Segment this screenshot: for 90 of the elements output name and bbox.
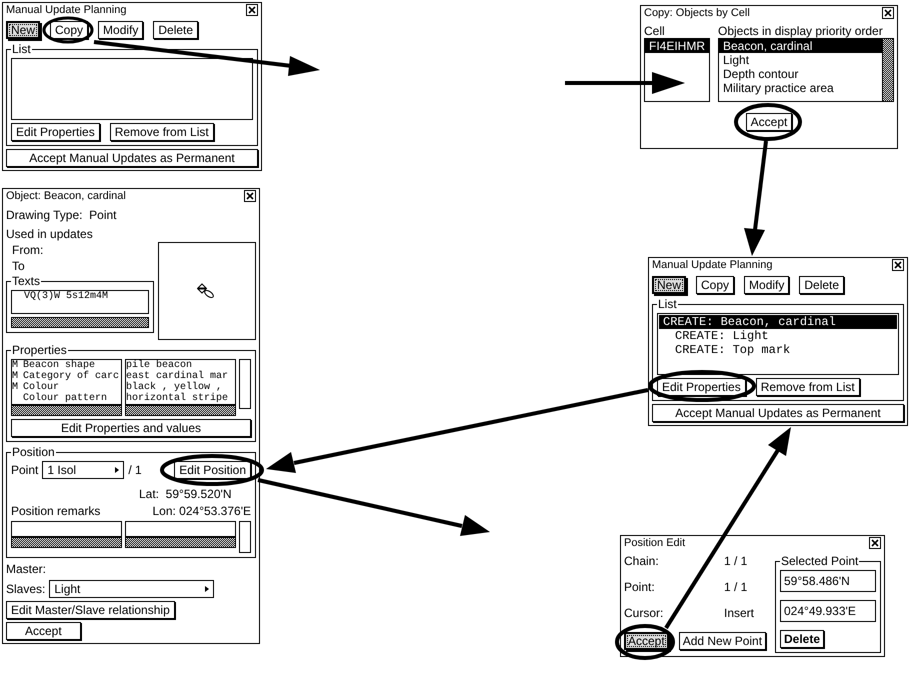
list-item[interactable]: M Beacon shape [12,360,121,371]
remarks-field[interactable] [11,521,122,537]
toolbar-button[interactable]: New [652,276,686,294]
longitude-field[interactable]: 024°49.933'E [780,600,876,622]
list-item[interactable]: Colour pattern [12,393,121,404]
list-item[interactable]: Light [719,53,882,67]
toolbar-button[interactable]: Copy [696,276,734,294]
dialog-button[interactable]: Add New Point [678,632,766,650]
accept-permanent-button[interactable]: Accept Manual Updates as Permanent [6,149,258,167]
group-label: Position [11,445,56,459]
list-button[interactable]: Remove from List [756,378,860,396]
field-label: Master: [6,562,46,576]
slaves-dropdown[interactable]: Light [49,580,214,598]
list-item[interactable]: CREATE: Beacon, cardinal [659,315,897,329]
group-label: Selected Point [780,554,860,568]
remarks-field[interactable] [125,521,236,537]
window-title: Object: Beacon, cardinal [6,190,126,202]
field-label: To [12,259,25,273]
field-label: Drawing Type: Point [6,208,117,222]
group-label: Texts [11,274,42,288]
point-total: / 1 [128,463,142,477]
list-item[interactable]: pile beacon [126,360,235,371]
list-button[interactable]: Edit Properties [657,378,746,396]
group-label: List [11,42,32,56]
window-title: Manual Update Planning [6,4,126,16]
field-value: 1 / 1 [724,554,748,568]
window-title: Position Edit [624,537,686,549]
column-label: Objects in display priority order [718,24,884,38]
scrollbar[interactable] [239,521,251,553]
edit-position-button[interactable]: Edit Position [174,461,251,479]
toolbar-button[interactable]: Modify [744,276,790,294]
scrollbar[interactable] [882,39,893,101]
toolbar-button[interactable]: New [6,21,40,39]
list-item[interactable]: CREATE: Light [659,329,897,343]
toolbar-button[interactable]: Delete [153,21,198,39]
window-title: Copy: Objects by Cell [644,7,750,19]
edit-properties-button[interactable]: Edit Properties and values [11,419,251,437]
toolbar-button[interactable]: Copy [50,21,88,39]
field-label: Point [11,463,38,477]
field-label: From: [12,243,44,257]
scrollbar[interactable] [11,405,122,416]
close-icon[interactable] [246,4,258,16]
window-title: Manual Update Planning [652,259,772,271]
list-item[interactable]: east cardinal mar [126,371,235,382]
field-label: Chain: [624,554,660,568]
scrollbar[interactable] [239,359,251,409]
list-item[interactable]: Military practice area [719,81,882,95]
accept-button[interactable]: Accept [6,622,81,640]
latitude-text: Lat: 59°59.520'N [139,487,232,501]
field-label: Cursor: [624,606,664,620]
list-item[interactable]: CREATE: Top mark [659,343,897,357]
longitude-text: Lon: 024°53.376'E [152,504,251,518]
field-label: Point: [624,580,656,594]
point-dropdown[interactable]: 1 Isol [42,461,124,479]
field-value: 1 / 1 [724,580,748,594]
delete-button[interactable]: Delete [780,630,824,648]
dialog-button[interactable]: Accept [624,632,669,650]
list-item[interactable]: FI4EIHMR [645,39,709,53]
master-slave-button[interactable]: Edit Master/Slave relationship [6,601,175,619]
list-item[interactable]: Beacon, cardinal [719,39,882,53]
scrollbar[interactable] [11,317,149,328]
column-label: Cell [644,24,666,38]
scrollbar[interactable] [125,537,236,548]
list-item[interactable]: VQ(3)W 5s12m4M [24,291,148,302]
toolbar-button[interactable]: Delete [799,276,844,294]
scrollbar[interactable] [11,537,122,548]
list-item[interactable]: M Colour [12,382,121,393]
group-label: List [657,297,678,311]
field-value: Insert [724,606,754,620]
list-item[interactable]: M Category of carc [12,371,121,382]
close-icon[interactable] [892,259,904,271]
group-label: Properties [11,343,68,357]
toolbar-button[interactable]: Modify [98,21,144,39]
field-label: Used in updates [6,227,93,241]
close-icon[interactable] [244,190,256,202]
list-button[interactable]: Edit Properties [11,123,100,141]
beacon-symbol-icon [197,283,217,299]
accept-button[interactable]: Accept [746,113,792,131]
list-item[interactable]: horizontal stripe [126,393,235,404]
close-icon[interactable] [869,537,881,549]
list-item[interactable]: black , yellow , [126,382,235,393]
close-icon[interactable] [882,7,894,19]
scrollbar[interactable] [125,405,236,416]
field-label: Position remarks [11,504,100,518]
highlight-ellipse [42,16,94,44]
list-button[interactable]: Remove from List [110,123,214,141]
list-item[interactable]: Depth contour [719,67,882,81]
accept-permanent-button[interactable]: Accept Manual Updates as Permanent [652,404,904,422]
latitude-field[interactable]: 59°58.486'N [780,570,876,592]
field-label: Slaves: [6,582,46,596]
